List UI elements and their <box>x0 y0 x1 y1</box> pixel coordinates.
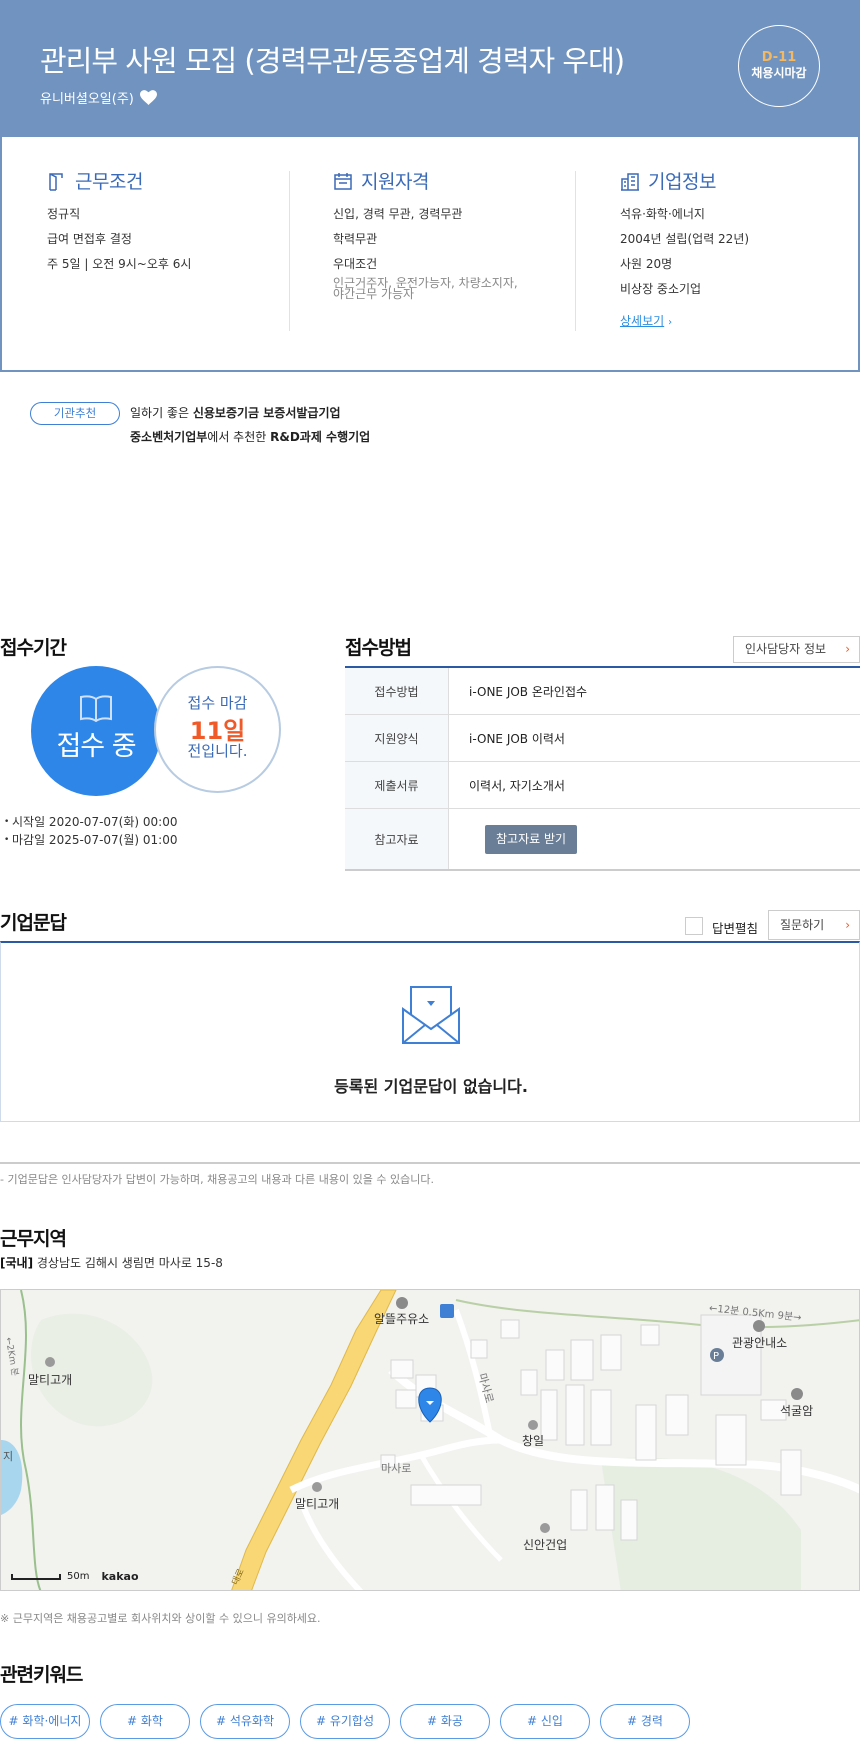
work-item: 급여 면접후 결정 <box>47 232 132 246</box>
map-label: 관광안내소 <box>732 1336 788 1350</box>
kakao-logo[interactable]: kakao <box>101 1570 138 1583</box>
map-label: 알뜰주유소 <box>374 1312 430 1326</box>
job-title: 관리부 사원 모집 (경력무관/동종업계 경력자 우대) <box>40 44 625 78</box>
chevron-right-icon: › <box>845 642 850 656</box>
dday-badge: D-11 채용시마감 <box>738 25 820 107</box>
chevron-right-icon: › <box>668 317 673 328</box>
map-scale: 50m kakao <box>11 1570 139 1583</box>
keyword-tag[interactable]: # 신입 <box>500 1704 590 1739</box>
company-row: 유니버셜오일(주) <box>40 88 157 107</box>
company-item: 2004년 설립(업력 22년) <box>620 232 750 246</box>
divider <box>575 171 576 331</box>
work-item: 정규직 <box>47 207 81 221</box>
chevron-right-icon: › <box>845 918 850 932</box>
company-name[interactable]: 유니버셜오일(주) <box>40 88 134 107</box>
table-row: 접수방법 i-ONE JOB 온라인접수 <box>345 668 860 715</box>
keyword-tag[interactable]: # 석유화학 <box>200 1704 290 1739</box>
work-conditions-heading: 근무조건 <box>47 167 317 194</box>
keyword-tag[interactable]: # 화학 <box>100 1704 190 1739</box>
location-note: ※ 근무지역은 채용공고별로 회사위치와 상이할 수 있으니 유의하세요. <box>0 1612 321 1625</box>
company-info-heading: 기업정보 <box>620 167 860 194</box>
table-row: 참고자료 참고자료 받기 <box>345 809 860 871</box>
map-label: 석굴암 <box>780 1404 814 1418</box>
download-reference-button[interactable]: 참고자료 받기 <box>485 824 578 854</box>
summary-box: 근무조건 정규직 급여 면접후 결정 주 5일 | 오전 9시~오후 6시 지원… <box>0 137 860 372</box>
expand-answers-checkbox[interactable] <box>685 917 703 935</box>
map-label: 지 <box>3 1450 14 1463</box>
company-detail-link[interactable]: 상세보기 <box>620 312 664 329</box>
qualifications: 지원자격 신입, 경력 무관, 경력무관 학력무관 우대조건 인근거주자, 운전… <box>333 167 603 303</box>
status-circle: 접수 중 <box>31 666 161 796</box>
status-label: 접수 중 <box>56 731 136 762</box>
keywords-heading: 관련키워드 <box>0 1664 83 1686</box>
qualify-item: 우대조건 <box>333 257 378 271</box>
recommend-badge: 기관추천 <box>30 402 120 425</box>
company-item: 사원 20명 <box>620 257 673 271</box>
remaining-circle: 접수 마감 11일 전입니다. <box>154 666 281 793</box>
map-label: 말티고개 <box>28 1373 73 1387</box>
table-row: 지원양식 i-ONE JOB 이력서 <box>345 715 860 762</box>
divider <box>0 1162 860 1164</box>
work-conditions: 근무조건 정규직 급여 면접후 결정 주 5일 | 오전 9시~오후 6시 <box>47 167 317 281</box>
company-item: 석유·화학·에너지 <box>620 207 705 221</box>
qualifications-heading: 지원자격 <box>333 167 603 194</box>
dday-count: D-11 <box>761 50 797 66</box>
recommend-line: 중소벤처기업부에서 추천한 R&D과제 수행기업 <box>130 430 371 444</box>
book-icon <box>80 695 112 722</box>
start-date: 시작일 2020-07-07(화) 00:00 <box>4 813 177 831</box>
period-dates: 시작일 2020-07-07(화) 00:00 마감일 2025-07-07(월… <box>4 813 177 849</box>
deadline-type: 채용시마감 <box>751 66 807 80</box>
door-icon <box>49 172 63 191</box>
hr-info-button[interactable]: 인사담당자 정보 › <box>733 636 860 663</box>
map-label: 창일 <box>522 1434 545 1448</box>
work-item: 주 5일 | 오전 9시~오후 6시 <box>47 257 192 271</box>
map-label: 말티고개 <box>295 1497 340 1511</box>
keyword-tag[interactable]: # 화공 <box>400 1704 490 1739</box>
scale-bar <box>11 1573 61 1580</box>
heart-icon[interactable] <box>139 90 157 105</box>
qualify-item: 신입, 경력 무관, 경력무관 <box>333 207 463 221</box>
location-address: [국내] 경상남도 김해시 생림면 마사로 15-8 <box>0 1256 223 1270</box>
recommend-line: 일하기 좋은 신용보증기금 보증서발급기업 <box>130 406 341 420</box>
period-heading: 접수기간 <box>0 637 67 659</box>
keyword-tag[interactable]: # 유기합성 <box>300 1704 390 1739</box>
location-map[interactable]: P 알뜰주유소 관광안내소 말티고개 말티고개 창일 석굴암 신안건업 마사로 … <box>0 1289 860 1591</box>
remaining-post: 전입니다. <box>187 742 248 760</box>
end-date: 마감일 2025-07-07(월) 01:00 <box>4 831 177 849</box>
remaining-pre: 접수 마감 <box>187 694 248 712</box>
qa-note: - 기업문답은 인사담당자가 답변이 가능하며, 채용공고의 내용과 다른 내용… <box>0 1173 434 1186</box>
qualify-item: 학력무관 <box>333 232 378 246</box>
keyword-tag[interactable]: # 경력 <box>600 1704 690 1739</box>
calendar-icon <box>334 172 352 190</box>
location-heading: 근무지역 <box>0 1228 67 1250</box>
map-label: 신안건업 <box>523 1538 568 1552</box>
qa-empty-message: 등록된 기업문답이 없습니다. <box>334 1077 528 1096</box>
keyword-tag[interactable]: # 화학·에너지 <box>0 1704 90 1739</box>
envelope-icon <box>402 986 460 1044</box>
qa-heading: 기업문답 <box>0 912 67 934</box>
map-label: 마사로 <box>381 1462 412 1475</box>
divider <box>289 171 290 331</box>
company-item: 비상장 중소기업 <box>620 282 702 296</box>
method-table: 접수방법 i-ONE JOB 온라인접수 지원양식 i-ONE JOB 이력서 … <box>345 666 860 871</box>
expand-answers-label[interactable]: 답변펼침 <box>712 918 758 937</box>
svg-text:P: P <box>713 1351 719 1362</box>
table-row: 제출서류 이력서, 자기소개서 <box>345 762 860 809</box>
method-heading: 접수방법 <box>345 637 412 659</box>
ask-question-button[interactable]: 질문하기 › <box>768 910 860 940</box>
qa-empty-box: 등록된 기업문답이 없습니다. <box>0 941 860 1122</box>
building-icon <box>621 172 639 191</box>
job-header: 관리부 사원 모집 (경력무관/동종업계 경력자 우대) 유니버셜오일(주) D… <box>0 0 860 137</box>
keyword-list: # 화학·에너지 # 화학 # 석유화학 # 유기합성 # 화공 # 신입 # … <box>0 1704 690 1739</box>
company-info: 기업정보 석유·화학·에너지 2004년 설립(업력 22년) 사원 20명 비… <box>620 167 860 329</box>
